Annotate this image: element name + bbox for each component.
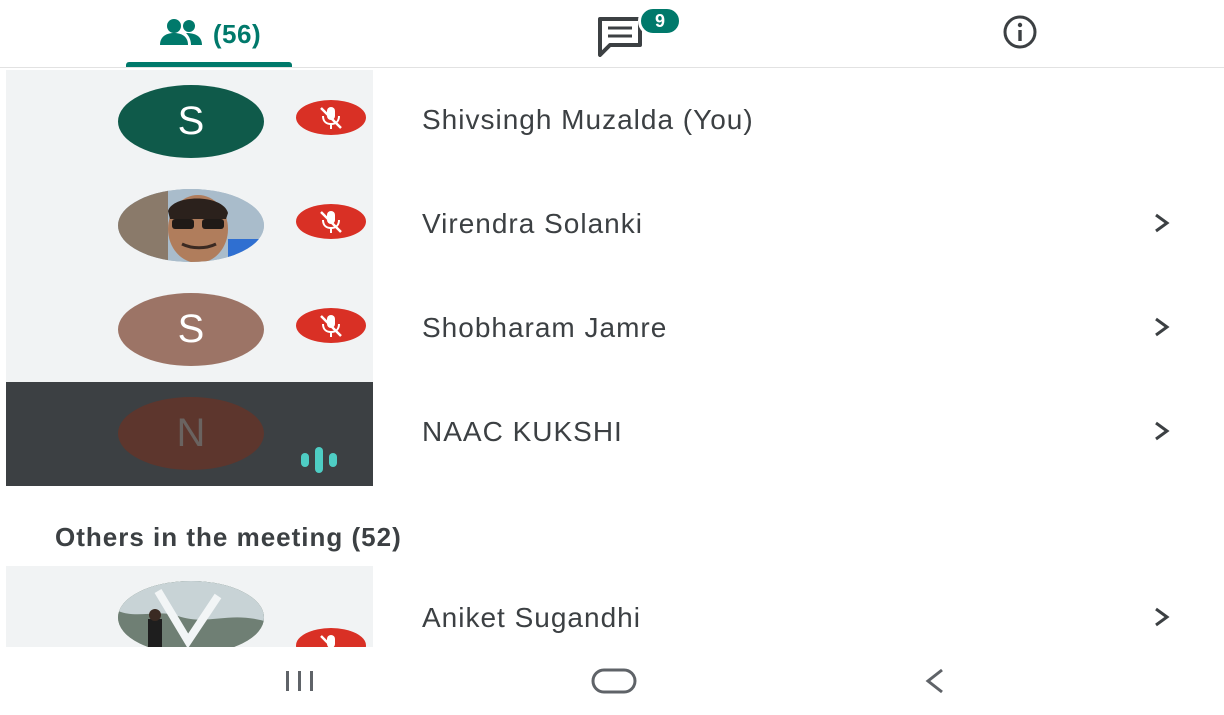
people-count: (56) bbox=[212, 18, 262, 49]
people-icon bbox=[159, 18, 203, 51]
participant-tile bbox=[6, 174, 373, 278]
avatar: S bbox=[118, 85, 264, 158]
others-section-title: Others in the meeting (52) bbox=[55, 522, 402, 552]
active-tab-indicator bbox=[126, 62, 292, 67]
participant-tile-speaking: N bbox=[6, 382, 373, 486]
chevron-right-icon[interactable] bbox=[1150, 312, 1174, 342]
tab-people[interactable]: (56) bbox=[120, 0, 300, 68]
chevron-right-icon[interactable] bbox=[1150, 208, 1174, 238]
tab-info[interactable] bbox=[960, 0, 1080, 68]
avatar-photo bbox=[118, 581, 264, 647]
system-nav-bar bbox=[0, 647, 1224, 715]
participant-name: Virendra Solanki bbox=[422, 208, 643, 239]
avatar: S bbox=[118, 293, 264, 366]
participant-row[interactable]: Virendra Solanki bbox=[0, 174, 1224, 278]
participant-row[interactable]: S Shobharam Jamre bbox=[0, 278, 1224, 382]
participant-tile bbox=[6, 566, 373, 647]
participant-name: Shobharam Jamre bbox=[422, 312, 668, 343]
mic-off-icon bbox=[296, 308, 366, 343]
participant-row[interactable]: Aniket Sugandhi bbox=[0, 566, 1224, 647]
participant-tile: S bbox=[6, 70, 373, 174]
chevron-right-icon[interactable] bbox=[1150, 416, 1174, 446]
home-icon[interactable] bbox=[584, 659, 644, 703]
tab-chat[interactable]: 9 bbox=[560, 0, 682, 68]
avatar-letter: S bbox=[177, 307, 205, 351]
avatar-photo bbox=[118, 189, 264, 262]
avatar: N bbox=[118, 397, 264, 470]
mic-off-icon bbox=[296, 204, 366, 239]
participant-row[interactable]: N NAAC KUKSHI bbox=[0, 382, 1224, 486]
participant-name: NAAC KUKSHI bbox=[422, 416, 623, 447]
participant-name: Shivsingh Muzalda (You) bbox=[422, 104, 754, 135]
participant-tile: S bbox=[6, 278, 373, 382]
recents-icon[interactable] bbox=[272, 659, 328, 703]
back-icon[interactable] bbox=[910, 659, 960, 703]
chat-icon bbox=[596, 15, 644, 62]
participant-name: Aniket Sugandhi bbox=[422, 602, 641, 633]
speaking-indicator-icon bbox=[301, 447, 337, 473]
chevron-right-icon[interactable] bbox=[1150, 602, 1174, 632]
info-icon bbox=[1002, 14, 1038, 55]
mic-off-icon bbox=[296, 628, 366, 647]
participant-row[interactable]: S Shivsingh Muzalda (You) bbox=[0, 70, 1224, 174]
avatar-letter: S bbox=[177, 99, 205, 143]
avatar-letter: N bbox=[176, 411, 206, 455]
mic-off-icon bbox=[296, 100, 366, 135]
tab-bar: (56) 9 bbox=[0, 0, 1224, 68]
unread-badge: 9 bbox=[638, 6, 682, 36]
